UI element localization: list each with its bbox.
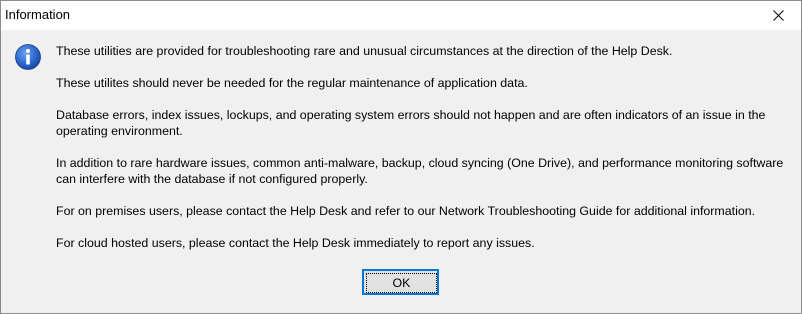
message-paragraph-6: For cloud hosted users, please contact t… (56, 236, 535, 250)
close-icon (773, 10, 784, 21)
dialog-body: These utilities are provided for trouble… (1, 30, 801, 313)
information-dialog: Information These utilities are provided… (0, 0, 802, 314)
title-bar[interactable]: Information (1, 1, 801, 30)
close-button[interactable] (757, 1, 801, 30)
message-paragraph-1: These utilities are provided for trouble… (56, 44, 673, 58)
info-icon (15, 44, 41, 70)
message-paragraph-5: For on premises users, please contact th… (56, 204, 756, 218)
ok-button-label: OK (366, 273, 437, 293)
message-paragraph-4: In addition to rare hardware issues, com… (56, 156, 784, 186)
window-title: Information (5, 7, 71, 22)
message-paragraph-2: These utilites should never be needed fo… (56, 76, 528, 90)
message-text: These utilities are provided for trouble… (56, 43, 796, 267)
ok-button[interactable]: OK (362, 269, 439, 295)
message-paragraph-3: Database errors, index issues, lockups, … (56, 108, 766, 138)
